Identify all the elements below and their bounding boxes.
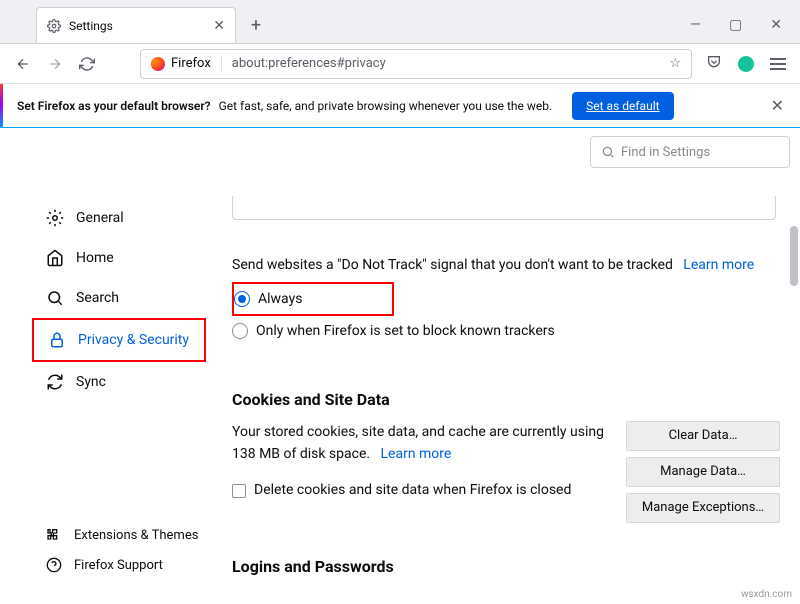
dnt-learn-more-link[interactable]: Learn more — [683, 257, 754, 273]
dnt-text: Send websites a "Do Not Track" signal th… — [232, 257, 673, 273]
minimize-button[interactable]: — — [690, 17, 701, 33]
radio-label: Always — [258, 291, 302, 307]
default-browser-infobar: Set Firefox as your default browser? Get… — [0, 84, 800, 128]
firefox-logo-icon — [151, 57, 165, 71]
menu-button[interactable] — [770, 55, 786, 73]
sidebar-item-label: Privacy & Security — [78, 332, 189, 348]
browser-tab[interactable]: Settings ✕ — [36, 7, 236, 43]
sidebar-item-sync[interactable]: Sync — [0, 362, 232, 402]
search-icon — [46, 289, 64, 307]
pocket-icon[interactable] — [706, 54, 722, 74]
cookies-line2: of disk space. — [280, 446, 370, 462]
cookies-size: 138 MB — [232, 446, 280, 462]
sidebar-item-label: Home — [76, 250, 114, 266]
sidebar-item-home[interactable]: Home — [0, 238, 232, 278]
identity-label: Firefox — [171, 56, 211, 71]
radio-icon — [234, 291, 250, 307]
back-button[interactable] — [14, 55, 32, 73]
cookies-heading: Cookies and Site Data — [232, 390, 780, 409]
do-not-track-section: Send websites a "Do Not Track" signal th… — [232, 256, 790, 346]
settings-search-input[interactable]: Find in Settings — [590, 136, 790, 168]
sidebar-item-general[interactable]: General — [0, 198, 232, 238]
radio-icon — [232, 323, 248, 339]
manage-data-button[interactable]: Manage Data… — [626, 457, 780, 487]
maximize-button[interactable]: ▢ — [729, 17, 742, 33]
support-label: Firefox Support — [74, 558, 163, 573]
gear-icon — [46, 209, 64, 227]
window-controls: — ▢ ✕ — [690, 17, 800, 43]
home-icon — [46, 249, 64, 267]
infobar-text: Get fast, safe, and private browsing whe… — [219, 99, 553, 113]
search-icon — [601, 145, 615, 159]
cookies-line1: Your stored cookies, site data, and cach… — [232, 424, 604, 440]
delete-cookies-checkbox[interactable]: Delete cookies and site data when Firefo… — [232, 479, 604, 501]
reload-button[interactable] — [78, 55, 96, 73]
search-placeholder: Find in Settings — [621, 145, 710, 160]
extension-icon[interactable] — [738, 56, 754, 72]
checkbox-label: Delete cookies and site data when Firefo… — [254, 479, 571, 501]
dnt-only-radio[interactable]: Only when Firefox is set to block known … — [232, 316, 780, 346]
close-infobar-icon[interactable]: ✕ — [771, 96, 784, 115]
toolbar: Firefox about:preferences#privacy ☆ — [0, 44, 800, 84]
sidebar-item-label: Sync — [76, 374, 106, 390]
puzzle-icon — [46, 527, 62, 543]
extensions-label: Extensions & Themes — [74, 528, 198, 543]
url-bar[interactable]: Firefox about:preferences#privacy ☆ — [140, 49, 692, 79]
sidebar-item-search[interactable]: Search — [0, 278, 232, 318]
settings-main: Find in Settings Send websites a "Do Not… — [232, 128, 800, 604]
support-link[interactable]: Firefox Support — [0, 550, 232, 580]
url-text: about:preferences#privacy — [222, 56, 660, 71]
identity-box[interactable]: Firefox — [141, 56, 222, 71]
watermark: wsxdn.com — [741, 589, 792, 600]
forward-button[interactable] — [46, 55, 64, 73]
scrollbar-thumb[interactable] — [790, 226, 798, 286]
sidebar-item-label: Search — [76, 290, 119, 306]
truncated-field — [232, 196, 776, 220]
sidebar-item-privacy[interactable]: Privacy & Security — [34, 320, 204, 360]
bookmark-star-icon[interactable]: ☆ — [659, 56, 691, 71]
infobar-bold: Set Firefox as your default browser? — [17, 99, 211, 113]
close-tab-icon[interactable]: ✕ — [213, 18, 225, 34]
sidebar-item-label: General — [76, 210, 124, 226]
gear-icon — [47, 19, 61, 33]
set-default-button[interactable]: Set as default — [572, 92, 673, 120]
extensions-link[interactable]: Extensions & Themes — [0, 520, 232, 550]
cookies-section: Cookies and Site Data Your stored cookie… — [232, 390, 790, 523]
close-window-button[interactable]: ✕ — [770, 17, 782, 33]
cookies-learn-more-link[interactable]: Learn more — [381, 446, 452, 462]
dnt-always-radio[interactable]: Always — [234, 284, 302, 314]
sidebar: General Home Search Privacy & Security S… — [0, 128, 232, 604]
manage-exceptions-button[interactable]: Manage Exceptions… — [626, 493, 780, 523]
logins-section: Logins and Passwords — [232, 557, 790, 576]
sync-icon — [46, 373, 64, 391]
help-icon — [46, 557, 62, 573]
lock-icon — [48, 331, 66, 349]
checkbox-icon — [232, 484, 246, 498]
logins-heading: Logins and Passwords — [232, 557, 780, 576]
titlebar: Settings ✕ + — ▢ ✕ — [0, 0, 800, 44]
new-tab-button[interactable]: + — [242, 11, 270, 39]
tab-title: Settings — [69, 19, 113, 33]
clear-data-button[interactable]: Clear Data… — [626, 421, 780, 451]
radio-label: Only when Firefox is set to block known … — [256, 323, 555, 339]
